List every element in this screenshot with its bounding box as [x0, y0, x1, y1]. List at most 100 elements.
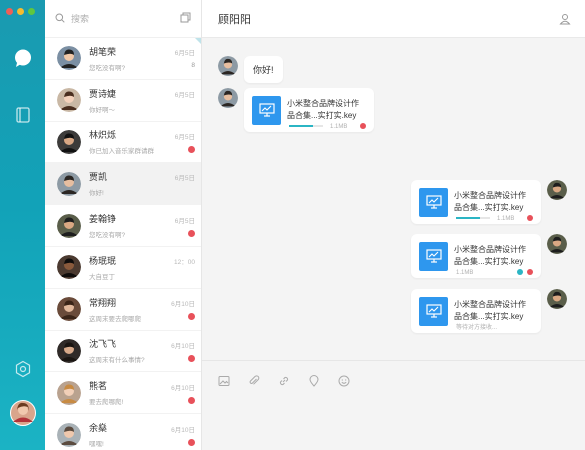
file-name: 小米整合品牌设计作品合集...实打实.key: [454, 245, 526, 266]
message-preview: 大自豆丁: [89, 273, 115, 281]
avatar: [57, 46, 81, 71]
conversation-item[interactable]: 余燊 嘿嘿! 6月10日: [45, 414, 201, 450]
upload-progress: [456, 217, 490, 219]
message-preview: 您吃没有啊?: [89, 64, 126, 72]
timestamp: 12：00: [174, 258, 195, 266]
error-icon[interactable]: [527, 215, 533, 221]
conversation-item[interactable]: 姜翰铮 您吃没有啊? 6月5日: [45, 205, 201, 247]
file-message: 小米整合品牌设计作品合集...实打实.key 1.1MB: [218, 88, 374, 132]
chat-bubble-icon[interactable]: [0, 48, 45, 68]
avatar: [57, 213, 81, 238]
conversation-meta: 姜翰铮 您吃没有啊?: [89, 212, 165, 239]
upload-progress: [289, 125, 323, 127]
file-size: 等待对方接收...: [456, 325, 498, 331]
conversation-list: 搜索 胡笔荣 您吃没有啊? 6月5日 8 贾诗婕 你好啊～ 6月5日 林炽烁 你…: [45, 0, 202, 450]
minimize-window-button[interactable]: [17, 8, 24, 15]
contact-name: 姜翰铮: [89, 214, 117, 225]
check-icon: [517, 269, 523, 275]
sender-avatar: [547, 180, 567, 200]
contact-name: 熊茗: [89, 381, 108, 392]
timestamp: 6月10日: [171, 426, 195, 434]
zoom-window-button[interactable]: [28, 8, 35, 15]
file-card[interactable]: 小米整合品牌设计作品合集...实打实.key 1.1MB: [244, 88, 374, 132]
conversation-item[interactable]: 沈飞飞 这周末有什么事情? 6月10日: [45, 331, 201, 373]
avatar: [57, 255, 81, 280]
conversation-item[interactable]: 熊茗 要去爬哪爬! 6月10日: [45, 372, 201, 415]
hexagon-icon[interactable]: [0, 360, 45, 378]
unread-dot: [188, 396, 195, 404]
search-bar[interactable]: 搜索: [45, 0, 201, 44]
conversation-status: 6月5日: [165, 172, 195, 195]
conversation-meta: 贾凯 你好!: [89, 170, 165, 197]
conversation-meta: 余燊 嘿嘿!: [89, 421, 165, 448]
timestamp: 6月5日: [174, 175, 195, 183]
conversation-status: 6月10日: [165, 340, 195, 362]
close-window-button[interactable]: [6, 8, 13, 15]
link-icon[interactable]: [278, 374, 290, 386]
file-card[interactable]: 小米整合品牌设计作品合集...实打实.key 1.1MB: [411, 180, 541, 224]
message-preview: 你已加入音乐家群请群: [89, 148, 154, 156]
file-size: 1.1MB: [497, 216, 515, 222]
chat-pane: 顾阳阳 你好! 小米整合品牌设计作品合集...实打实.key 1.1MB 小米整…: [202, 0, 585, 450]
unread-count: 8: [191, 61, 195, 69]
file-size: 1.1MB: [330, 124, 348, 130]
file-name: 小米整合品牌设计作品合集...实打实.key: [287, 99, 359, 120]
message-bubble: 你好!: [244, 56, 283, 83]
conversation-status: 6月5日: [165, 89, 195, 112]
conversation-item[interactable]: 贾诗婕 你好啊～ 6月5日: [45, 80, 201, 122]
attachment-icon[interactable]: [248, 374, 260, 386]
contact-profile-icon[interactable]: [559, 12, 571, 30]
contact-name: 林炽烁: [89, 130, 117, 141]
unread-dot: [188, 438, 195, 446]
image-icon[interactable]: [218, 374, 230, 386]
window-controls: [6, 8, 35, 15]
error-icon[interactable]: [360, 123, 366, 129]
file-message: 小米整合品牌设计作品合集...实打实.key 1.1MB: [411, 180, 567, 224]
notebook-icon[interactable]: [0, 106, 45, 124]
timestamp: 6月10日: [171, 384, 195, 392]
search-icon: [55, 10, 65, 28]
conversation-meta: 常翔翔 这周末要去爬哪爬: [89, 296, 165, 323]
conversation-meta: 胡笔荣 您吃没有啊?: [89, 45, 165, 72]
contact-name: 胡笔荣: [89, 46, 117, 57]
my-avatar[interactable]: [0, 400, 45, 426]
file-name: 小米整合品牌设计作品合集...实打实.key: [454, 300, 526, 321]
contact-name: 沈飞飞: [89, 339, 117, 350]
conversation-status: 6月5日 8: [165, 47, 195, 70]
message-preview: 你好啊～: [89, 106, 115, 114]
conversation-item[interactable]: 林炽烁 你已加入音乐家群请群 6月5日: [45, 122, 201, 164]
conversation-status: 6月10日: [165, 424, 195, 446]
contact-name: 贾凯: [89, 172, 108, 183]
sender-avatar: [547, 234, 567, 254]
file-name: 小米整合品牌设计作品合集...实打实.key: [454, 191, 526, 212]
error-icon[interactable]: [527, 269, 533, 275]
conversation-item[interactable]: 常翔翔 这周末要去爬哪爬 6月10日: [45, 289, 201, 331]
contact-name: 余燊: [89, 423, 108, 434]
conversation-item[interactable]: 胡笔荣 您吃没有啊? 6月5日 8: [45, 38, 201, 80]
composer: [202, 360, 585, 450]
conversation-status: 6月10日: [165, 298, 195, 321]
message-preview: 要去爬哪爬!: [89, 399, 124, 407]
new-chat-icon[interactable]: [180, 10, 191, 28]
sender-avatar: [218, 56, 238, 76]
conversation-status: 6月5日: [165, 131, 195, 153]
conversation-meta: 熊茗 要去爬哪爬!: [89, 379, 165, 406]
location-icon[interactable]: [308, 374, 320, 387]
conversation-status: 6月10日: [165, 382, 195, 404]
file-message: 小米整合品牌设计作品合集...实打实.key 等待对方接收...: [411, 289, 567, 333]
conversation-meta: 林炽烁 你已加入音乐家群请群: [89, 128, 165, 155]
file-card[interactable]: 小米整合品牌设计作品合集...实打实.key 1.1MB: [411, 234, 541, 278]
presentation-file-icon: [419, 296, 448, 326]
unread-dot: [188, 354, 195, 362]
app-window: 搜索 胡笔荣 您吃没有啊? 6月5日 8 贾诗婕 你好啊～ 6月5日 林炽烁 你…: [0, 0, 585, 450]
conversation-item[interactable]: 贾凯 你好! 6月5日: [45, 163, 201, 206]
search-input[interactable]: 搜索: [71, 12, 180, 25]
text-message: 你好!: [218, 56, 283, 83]
contact-name: 杨珉珉: [89, 255, 117, 266]
contact-name: 常翔翔: [89, 297, 117, 308]
presentation-file-icon: [419, 241, 448, 271]
conversation-item[interactable]: 杨珉珉 大自豆丁 12：00: [45, 247, 201, 289]
emoji-icon[interactable]: [338, 374, 350, 387]
unread-dot: [188, 229, 195, 237]
file-card[interactable]: 小米整合品牌设计作品合集...实打实.key 等待对方接收...: [411, 289, 541, 333]
